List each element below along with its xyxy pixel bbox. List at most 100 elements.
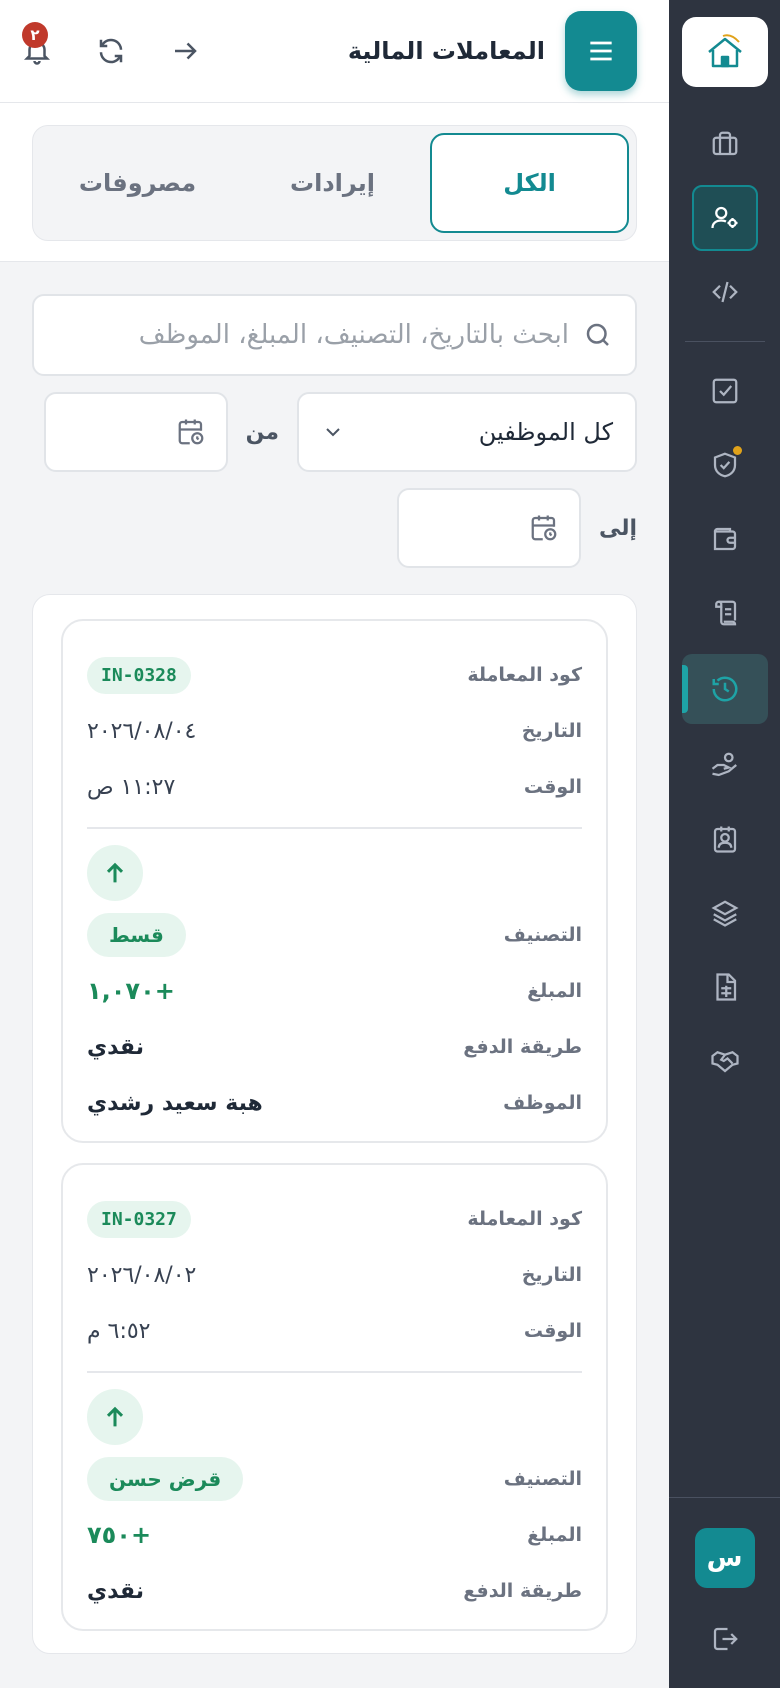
- sidebar-item-properties[interactable]: [692, 111, 758, 177]
- id-badge-icon: [713, 826, 736, 853]
- tab-income[interactable]: إيرادات: [235, 133, 430, 233]
- sidebar-item-code[interactable]: [692, 259, 758, 325]
- sidebar-item-contacts[interactable]: [692, 806, 758, 872]
- date-label: التاريخ: [521, 720, 582, 742]
- row-amount: المبلغ +١,٠٧٠: [87, 963, 582, 1019]
- logout-icon: [713, 1627, 738, 1651]
- wallet-icon: [713, 527, 736, 551]
- to-date-input[interactable]: [396, 488, 581, 568]
- arrow-up-icon: [106, 862, 124, 883]
- tab-all[interactable]: الكل: [430, 133, 629, 233]
- page-title: المعاملات المالية: [347, 37, 545, 65]
- row-category: التصنيف قرض حسن: [87, 1451, 582, 1507]
- sidebar-item-security[interactable]: [692, 432, 758, 498]
- from-label: من: [245, 419, 279, 445]
- row-payment: طريقة الدفع نقدي: [87, 1019, 582, 1075]
- logo[interactable]: [681, 17, 768, 87]
- row-category: التصنيف قسط: [87, 907, 582, 963]
- row-time: الوقت ٦:٥٢ م: [87, 1303, 582, 1359]
- sidebar-item-handshake-money[interactable]: [692, 732, 758, 798]
- notifications-button[interactable]: ٢: [20, 22, 54, 68]
- search-icon: [586, 323, 609, 346]
- sidebar-divider: [684, 341, 765, 342]
- amount-label: المبلغ: [527, 1524, 582, 1546]
- code-label: كود المعاملة: [467, 664, 582, 686]
- sidebar-item-layers[interactable]: [692, 880, 758, 946]
- transaction-employee: هبة سعيد رشدي: [87, 1090, 263, 1116]
- refresh-button[interactable]: [94, 34, 128, 68]
- sidebar-active-indicator: [681, 665, 688, 713]
- tab-expenses[interactable]: مصروفات: [40, 133, 235, 233]
- row-code: كود المعاملة IN-0328: [87, 647, 582, 703]
- row-employee: الموظف هبة سعيد رشدي: [87, 1075, 582, 1131]
- direction-row: [87, 845, 582, 901]
- filter-row-1: كل الموظفين من: [32, 392, 637, 472]
- income-arrow: [87, 845, 143, 901]
- forward-button[interactable]: [168, 34, 202, 68]
- transaction-time: ١١:٢٧ ص: [87, 774, 176, 800]
- logout-button[interactable]: [710, 1624, 740, 1658]
- house-logo-icon: [707, 34, 742, 68]
- sidebar-item-contracts[interactable]: [692, 580, 758, 646]
- transaction-code: IN-0327: [87, 1200, 191, 1238]
- transaction-card[interactable]: كود المعاملة IN-0328 التاريخ ٢٠٢٦/٠٨/٠٤ …: [61, 619, 608, 1143]
- user-gear-icon: [710, 206, 737, 229]
- sidebar-item-user-settings[interactable]: [691, 185, 758, 251]
- row-amount: المبلغ +٧٥٠: [87, 1507, 582, 1563]
- arrow-up-icon: [106, 1406, 124, 1427]
- calendar-clock-icon: [178, 419, 203, 445]
- checkbox-icon: [712, 378, 737, 404]
- spreadsheet-icon: [715, 973, 736, 1001]
- category-label: التصنيف: [503, 1468, 582, 1490]
- filter-tabs: الكل إيرادات مصروفات: [32, 125, 637, 241]
- employee-select[interactable]: كل الموظفين: [297, 392, 637, 472]
- refresh-icon: [99, 38, 123, 64]
- transaction-category: قسط: [87, 913, 186, 957]
- arrow-right-icon: [175, 42, 197, 60]
- row-payment: طريقة الدفع نقدي: [87, 1563, 582, 1619]
- row-code: كود المعاملة IN-0327: [87, 1191, 582, 1247]
- code-label: كود المعاملة: [467, 1208, 582, 1230]
- sidebar-item-transactions-history[interactable]: [681, 654, 768, 724]
- card-divider: [87, 1371, 582, 1373]
- sidebar: س: [669, 0, 780, 1688]
- top-actions: ٢: [20, 22, 202, 68]
- time-label: الوقت: [523, 1320, 582, 1342]
- sidebar-item-wallet[interactable]: [692, 506, 758, 572]
- handshake-icon: [710, 1050, 739, 1073]
- row-date: التاريخ ٢٠٢٦/٠٨/٠٢: [87, 1247, 582, 1303]
- amount-label: المبلغ: [527, 980, 582, 1002]
- income-arrow: [87, 1389, 143, 1445]
- transaction-payment: نقدي: [87, 1578, 144, 1604]
- transaction-card[interactable]: كود المعاملة IN-0327 التاريخ ٢٠٢٦/٠٨/٠٢ …: [61, 1163, 608, 1631]
- sidebar-item-reports[interactable]: [692, 954, 758, 1020]
- card-divider: [87, 827, 582, 829]
- sidebar-item-partners[interactable]: [692, 1028, 758, 1094]
- transaction-amount: +٧٥٠: [87, 1521, 152, 1549]
- to-label: إلى: [598, 515, 637, 541]
- filters: كل الموظفين من إلى: [0, 262, 669, 568]
- layers-icon: [710, 900, 739, 927]
- scroll-icon: [714, 600, 736, 626]
- from-date-input[interactable]: [43, 392, 228, 472]
- user-avatar[interactable]: س: [694, 1528, 755, 1588]
- app: س المعاملات المالية ٢ الكل إيرادات مصروف…: [0, 0, 780, 1688]
- employee-label: الموظف: [503, 1092, 582, 1114]
- search-input[interactable]: [56, 320, 569, 350]
- payment-label: طريقة الدفع: [463, 1036, 582, 1058]
- code-icon: [711, 281, 738, 303]
- transaction-category: قرض حسن: [87, 1457, 244, 1501]
- menu-button[interactable]: [565, 11, 637, 91]
- category-label: التصنيف: [503, 924, 582, 946]
- notification-badge: ٢: [22, 22, 48, 48]
- main-content: المعاملات المالية ٢ الكل إيرادات مصروفات: [0, 0, 669, 1688]
- employee-select-value: كل الموظفين: [478, 418, 613, 446]
- sidebar-item-tasks[interactable]: [692, 358, 758, 424]
- top-bar: المعاملات المالية ٢: [0, 0, 669, 103]
- sidebar-bottom: س: [669, 1497, 780, 1688]
- time-label: الوقت: [523, 776, 582, 798]
- transaction-code: IN-0328: [87, 656, 191, 694]
- history-icon: [712, 676, 737, 702]
- search-box: [32, 294, 637, 376]
- transactions-list: كود المعاملة IN-0328 التاريخ ٢٠٢٦/٠٨/٠٤ …: [32, 594, 637, 1654]
